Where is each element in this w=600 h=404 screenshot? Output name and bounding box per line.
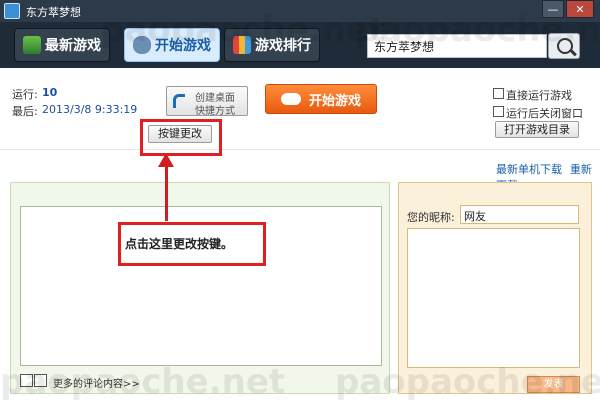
gamepad-icon [280, 93, 301, 105]
run-count-label: 运行: [12, 88, 38, 101]
app-icon [4, 3, 20, 19]
minimize-button[interactable]: — [542, 0, 564, 18]
tab-game-ranking[interactable]: 游戏排行 [224, 28, 320, 62]
annotation-arrow [165, 163, 168, 221]
start-game-label: 开始游戏 [308, 93, 361, 109]
start-game-button[interactable]: 开始游戏 [265, 84, 377, 114]
search-button[interactable] [548, 33, 580, 59]
comment-preview-box[interactable] [407, 228, 580, 368]
close-after-run-checkbox[interactable] [493, 106, 504, 117]
keymap-button[interactable]: 按键更改 [148, 125, 212, 143]
tab-label: 游戏排行 [255, 38, 311, 54]
last-played-label: 最后: [12, 105, 38, 118]
run-count-value: 10 [42, 86, 58, 99]
gamepad-icon [133, 36, 151, 54]
create-shortcut-button[interactable]: 创建桌面 快捷方式 [166, 86, 248, 117]
title-bar [0, 0, 600, 22]
tab-start-game[interactable]: 开始游戏 [124, 28, 220, 62]
close-button[interactable]: ✕ [566, 0, 594, 18]
nickname-input[interactable]: 网友 [460, 205, 579, 224]
tab-label: 最新游戏 [45, 38, 101, 54]
shortcut-label-line2: 快捷方式 [195, 106, 235, 117]
tab-latest-games[interactable]: 最新游戏 [14, 28, 110, 62]
latest-download-link[interactable]: 最新单机下载 [496, 163, 562, 176]
last-played-value: 2013/3/8 9:33:19 [42, 103, 138, 116]
shortcut-arrow-icon [173, 94, 185, 108]
next-page-box[interactable] [34, 374, 47, 387]
close-after-run-label: 运行后关闭窗口 [506, 107, 583, 120]
direct-run-checkbox[interactable] [493, 88, 504, 99]
direct-run-label: 直接运行游戏 [506, 89, 572, 102]
submit-button[interactable]: 发表 [527, 376, 580, 393]
search-input[interactable]: 东方萃梦想 [367, 34, 547, 58]
open-game-dir-button[interactable]: 打开游戏目录 [495, 121, 579, 138]
annotation-callout: 点击这里更改按键。 [118, 222, 266, 266]
prev-page-box[interactable] [20, 374, 33, 387]
bar-chart-icon [233, 36, 251, 54]
window-title: 东方萃梦想 [26, 6, 81, 19]
gift-box-icon [23, 36, 41, 54]
nickname-label: 您的昵称: [407, 211, 455, 224]
tab-label: 开始游戏 [155, 38, 211, 54]
more-comments-link[interactable]: 更多的评论内容>> [53, 375, 140, 390]
